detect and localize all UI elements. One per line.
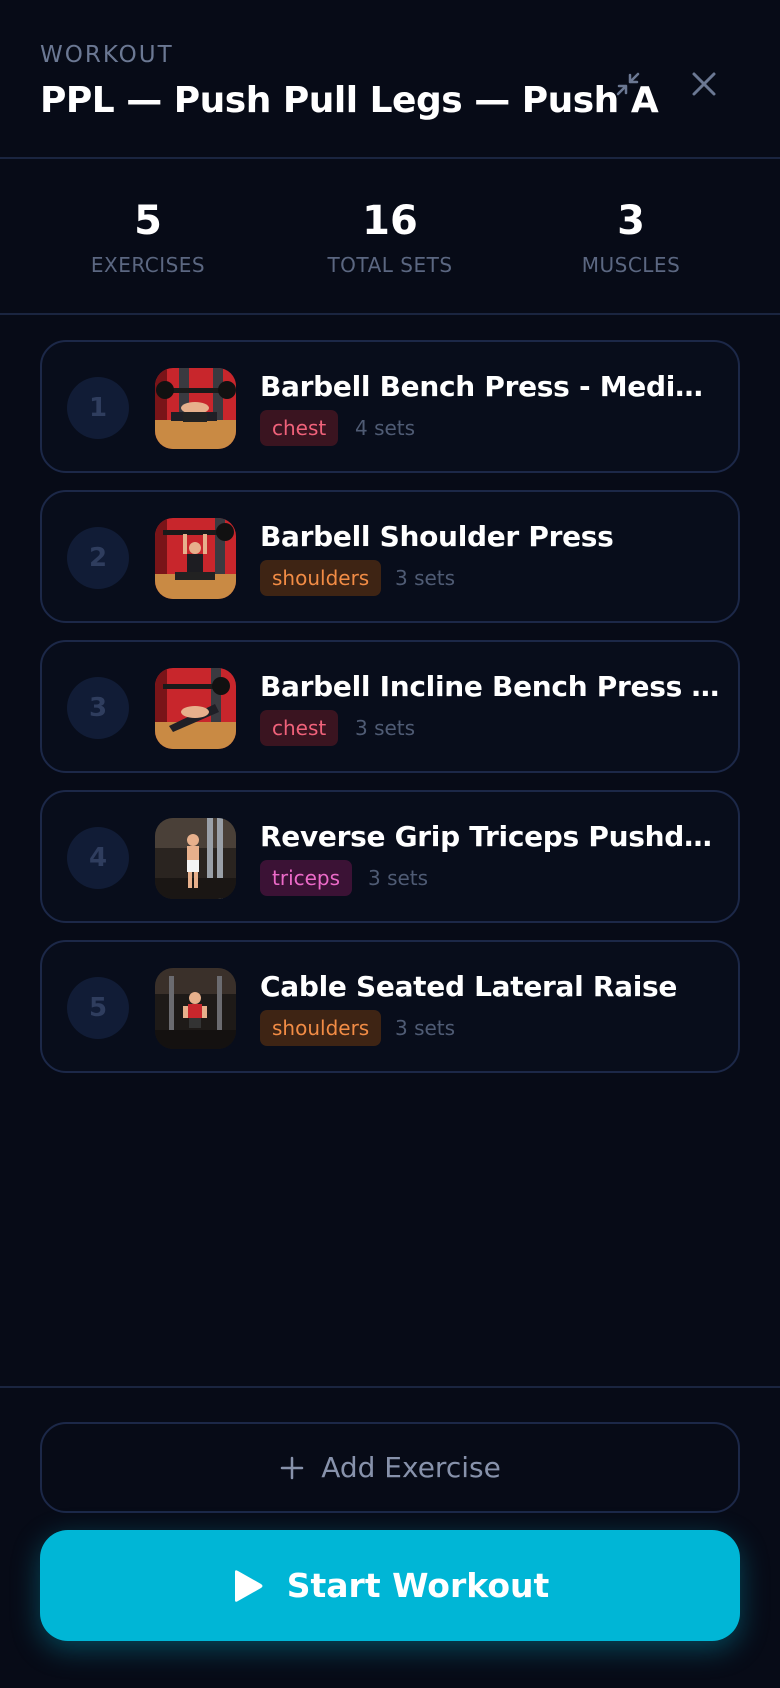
stat-muscles: 3 MUSCLES [531,197,731,277]
workout-stats: 5 EXERCISES 16 TOTAL SETS 3 MUSCLES [0,159,780,315]
workout-sheet: WORKOUT PPL — Push Pull Legs — Push A 5 … [0,0,780,1688]
exercise-thumbnail [155,518,236,599]
muscle-tag: shoulders [260,560,382,596]
add-exercise-label: Add Exercise [321,1451,501,1484]
muscle-tag: chest [260,710,339,746]
start-workout-button[interactable]: Start Workout [40,1530,740,1641]
stat-label: EXERCISES [90,253,206,277]
stat-exercises: 5 EXERCISES [48,197,248,277]
section-eyebrow: WORKOUT [40,42,174,68]
exercise-name: Reverse Grip Triceps Pushdown [260,820,722,853]
close-button[interactable] [684,64,724,104]
exercise-thumbnail [155,968,236,1049]
muscle-tag: triceps [260,860,353,896]
stat-total-sets: 16 TOTAL SETS [290,197,490,277]
muscle-tag: chest [260,410,339,446]
exercise-number: 3 [67,677,129,739]
exercise-name: Barbell Bench Press - Medium Grip [260,370,722,403]
exercise-number: 5 [67,977,129,1039]
stat-value: 5 [134,198,162,244]
start-workout-label: Start Workout [286,1566,550,1605]
exercise-name: Cable Seated Lateral Raise [260,970,678,1003]
minimize-button[interactable] [608,64,648,104]
exercise-name: Barbell Shoulder Press [260,520,614,553]
sets-count: 3 sets [395,566,456,590]
stat-label: TOTAL SETS [327,253,453,277]
exercise-number: 2 [67,527,129,589]
exercise-number: 1 [67,377,129,439]
exercise-thumbnail [155,668,236,749]
stat-value: 3 [617,198,645,244]
sets-count: 4 sets [355,416,416,440]
exercise-card[interactable]: 3 Barbell Incline Bench Press - Medium G… [40,640,740,773]
exercise-list: 1 Barbell Bench Press - Medium Grip [40,340,740,1090]
sets-count: 3 sets [355,716,416,740]
exercise-number: 4 [67,827,129,889]
exercise-thumbnail [155,368,236,449]
exercise-card[interactable]: 2 Barbell Shoulder Press shoulders 3 set… [40,490,740,623]
exercise-thumbnail [155,818,236,899]
muscle-tag: shoulders [260,1010,382,1046]
close-icon [692,72,716,96]
exercise-card[interactable]: 5 Cable Seated Lateral Raise shoulders 3 [40,940,740,1073]
exercise-card[interactable]: 1 Barbell Bench Press - Medium Grip [40,340,740,473]
sets-count: 3 sets [368,866,429,890]
exercise-name: Barbell Incline Bench Press - Medium Gri… [260,670,722,703]
workout-title: PPL — Push Pull Legs — Push A [40,80,659,121]
play-icon [234,1569,263,1602]
stat-label: MUSCLES [581,253,681,277]
add-exercise-button[interactable]: Add Exercise [40,1422,740,1513]
sets-count: 3 sets [395,1016,456,1040]
collapse-icon [616,72,640,96]
stat-value: 16 [362,198,418,244]
exercise-card[interactable]: 4 Reverse Grip Triceps Pushdown triceps [40,790,740,923]
workout-header: WORKOUT PPL — Push Pull Legs — Push A [0,0,780,159]
plus-icon [280,1456,304,1479]
bottom-actions: Add Exercise Start Workout [0,1386,780,1688]
